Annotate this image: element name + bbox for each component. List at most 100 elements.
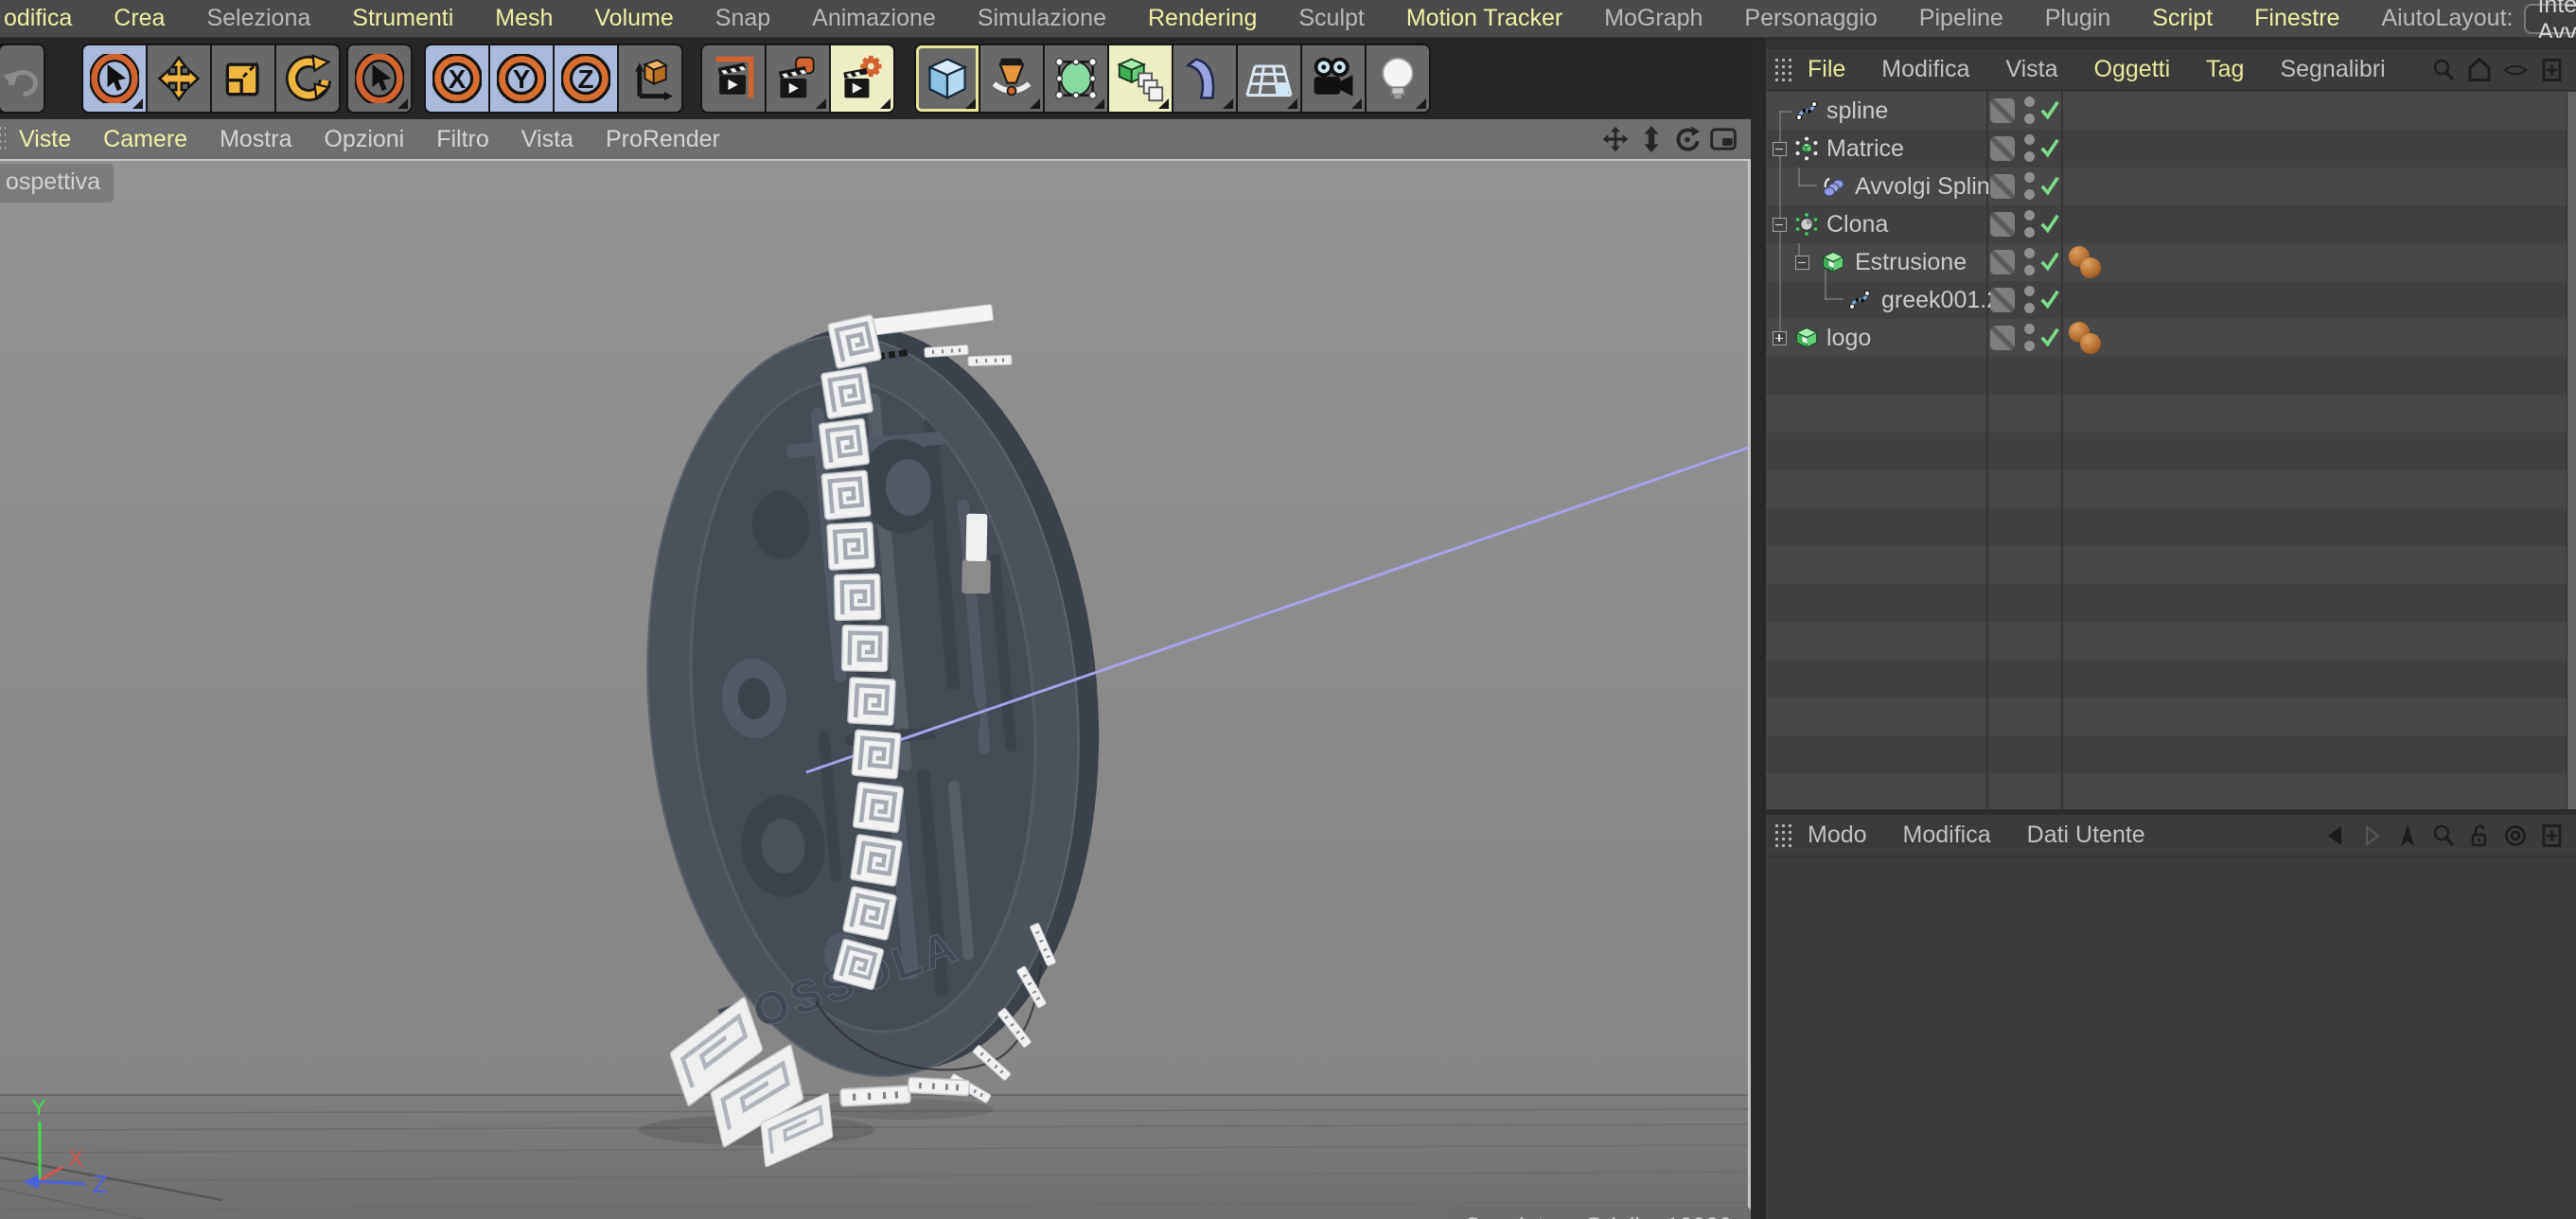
scale-button[interactable] — [212, 45, 274, 112]
undo-button[interactable] — [0, 45, 44, 112]
render-visibility-dot[interactable] — [2024, 303, 2035, 313]
axis-x-button[interactable]: X — [426, 45, 488, 112]
editor-visibility-dot[interactable] — [2024, 210, 2035, 221]
material-tag-icon[interactable] — [2080, 257, 2101, 278]
object-row-estrusione[interactable]: Estrusione — [1766, 243, 2567, 281]
attribute-manager-body[interactable] — [1766, 867, 2576, 1219]
rotate-view-button[interactable] — [1673, 125, 1702, 153]
grip-handle-icon[interactable] — [1773, 822, 1792, 849]
viewport-menu-opzioni[interactable]: Opzioni — [324, 126, 404, 153]
pick-arrow-button[interactable] — [2394, 822, 2421, 849]
menu-item-animazione[interactable]: Animazione — [812, 5, 936, 32]
render-visibility-dot[interactable] — [2024, 114, 2035, 124]
object-label[interactable]: greek001.2 — [1881, 287, 2000, 314]
add-panel-button[interactable] — [2538, 57, 2565, 83]
search-button[interactable] — [2430, 822, 2457, 849]
object-row-spline[interactable]: spline — [1766, 92, 2567, 130]
menu-item-snap[interactable]: Snap — [715, 5, 770, 32]
light-button[interactable] — [1367, 45, 1429, 112]
object-label[interactable]: logo — [1826, 325, 1871, 352]
enabled-check-icon[interactable] — [2038, 249, 2061, 274]
forward-button[interactable] — [2358, 822, 2385, 849]
menu-item-motion-tracker[interactable]: Motion Tracker — [1406, 5, 1562, 32]
menu-item-odifica[interactable]: odifica — [4, 5, 72, 32]
object-row-greek001-2[interactable]: greek001.2 — [1766, 281, 2567, 319]
object-label[interactable]: Clona — [1826, 211, 1888, 238]
layout-dropdown[interactable]: Interfaccia di Avvio — [2524, 4, 2576, 34]
editor-visibility-dot[interactable] — [2024, 97, 2035, 107]
grip-handle-icon[interactable] — [1773, 57, 1792, 83]
object-row-matrice[interactable]: Matrice — [1766, 130, 2567, 168]
object-manager-menu-modifica[interactable]: Modifica — [1881, 56, 1969, 83]
selection-tool-button[interactable] — [348, 45, 411, 112]
object-manager-menu-segnalibri[interactable]: Segnalibri — [2280, 56, 2385, 83]
render-settings-button[interactable] — [831, 45, 893, 112]
editor-visibility-dot[interactable] — [2024, 134, 2035, 145]
enabled-check-icon[interactable] — [2038, 97, 2061, 122]
mograph-cloner-button[interactable] — [1109, 45, 1172, 112]
menu-item-crea[interactable]: Crea — [114, 5, 165, 32]
panel-divider[interactable] — [1751, 38, 1766, 1219]
object-row-avvolgi-spline[interactable]: Avvolgi Spline — [1766, 168, 2567, 205]
enabled-check-icon[interactable] — [2038, 325, 2061, 349]
target-button[interactable] — [2502, 822, 2529, 849]
live-selection-button[interactable] — [83, 45, 146, 112]
attribute-manager-menu-modifica[interactable]: Modifica — [1903, 822, 1991, 849]
object-label[interactable]: Estrusione — [1855, 249, 1967, 276]
perspective-viewport[interactable]: VisteCamereMostraOpzioniFiltroVistaProRe… — [0, 119, 1751, 1219]
expand-minus-icon[interactable] — [1773, 218, 1787, 232]
enabled-check-icon[interactable] — [2038, 173, 2061, 198]
object-label[interactable]: Avvolgi Spline — [1855, 173, 2003, 201]
enabled-check-icon[interactable] — [2038, 135, 2061, 160]
menu-item-mesh[interactable]: Mesh — [495, 5, 553, 32]
menu-item-pipeline[interactable]: Pipeline — [1919, 5, 2003, 32]
material-tag-icon[interactable] — [2080, 333, 2101, 354]
viewport-menu-prorender[interactable]: ProRender — [606, 126, 720, 153]
object-label[interactable]: spline — [1826, 97, 1888, 125]
object-label[interactable]: Matrice — [1826, 135, 1904, 163]
axis-z-button[interactable]: Z — [555, 45, 617, 112]
home-button[interactable] — [2466, 57, 2493, 83]
add-cube-button[interactable] — [916, 45, 979, 112]
viewport-canvas[interactable]: DOSSOLA — [0, 159, 1751, 1219]
move-button[interactable] — [148, 45, 210, 112]
viewport-menu-filtro[interactable]: Filtro — [436, 126, 489, 153]
menu-item-sculpt[interactable]: Sculpt — [1298, 5, 1364, 32]
attribute-manager-menu-dati-utente[interactable]: Dati Utente — [2027, 822, 2145, 849]
layer-chip[interactable] — [1990, 136, 2015, 161]
render-visibility-dot[interactable] — [2024, 151, 2035, 162]
layer-chip[interactable] — [1990, 98, 2015, 123]
menu-item-rendering[interactable]: Rendering — [1148, 5, 1257, 32]
eye-button[interactable] — [2502, 57, 2529, 83]
menu-item-strumenti[interactable]: Strumenti — [352, 5, 453, 32]
menu-item-aiuto[interactable]: Aiuto — [2381, 5, 2435, 32]
environment-button[interactable] — [1238, 45, 1300, 112]
layer-chip[interactable] — [1990, 174, 2015, 199]
layer-chip[interactable] — [1990, 250, 2015, 274]
coordinate-system-button[interactable] — [619, 45, 681, 112]
editor-visibility-dot[interactable] — [2024, 324, 2035, 334]
scrollbar[interactable] — [2567, 92, 2576, 809]
menu-item-seleziona[interactable]: Seleziona — [206, 5, 310, 32]
search-button[interactable] — [2430, 57, 2457, 83]
object-row-clona[interactable]: Clona — [1766, 205, 2567, 243]
expand-minus-icon[interactable] — [1795, 256, 1809, 270]
editor-visibility-dot[interactable] — [2024, 172, 2035, 183]
render-picture-viewer-button[interactable] — [767, 45, 829, 112]
object-manager-menu-vista[interactable]: Vista — [2005, 56, 2057, 83]
layer-chip[interactable] — [1990, 212, 2015, 237]
back-button[interactable] — [2322, 822, 2349, 849]
object-manager-menu-tag[interactable]: Tag — [2206, 56, 2244, 83]
editor-visibility-dot[interactable] — [2024, 248, 2035, 258]
render-view-button[interactable] — [702, 45, 765, 112]
render-visibility-dot[interactable] — [2024, 341, 2035, 351]
object-manager-menu-file[interactable]: File — [1808, 56, 1845, 83]
add-panel-button[interactable] — [2538, 822, 2565, 849]
viewport-menu-mostra[interactable]: Mostra — [220, 126, 291, 153]
object-manager-list[interactable]: spline Matrice Avvolgi Spline Clona Estrusio… — [1766, 92, 2576, 809]
viewport-view-label[interactable]: ospettiva — [0, 164, 114, 203]
spline-pen-button[interactable] — [980, 45, 1043, 112]
subdivision-surface-button[interactable] — [1045, 45, 1107, 112]
editor-visibility-dot[interactable] — [2024, 286, 2035, 296]
camera-button[interactable] — [1302, 45, 1365, 112]
